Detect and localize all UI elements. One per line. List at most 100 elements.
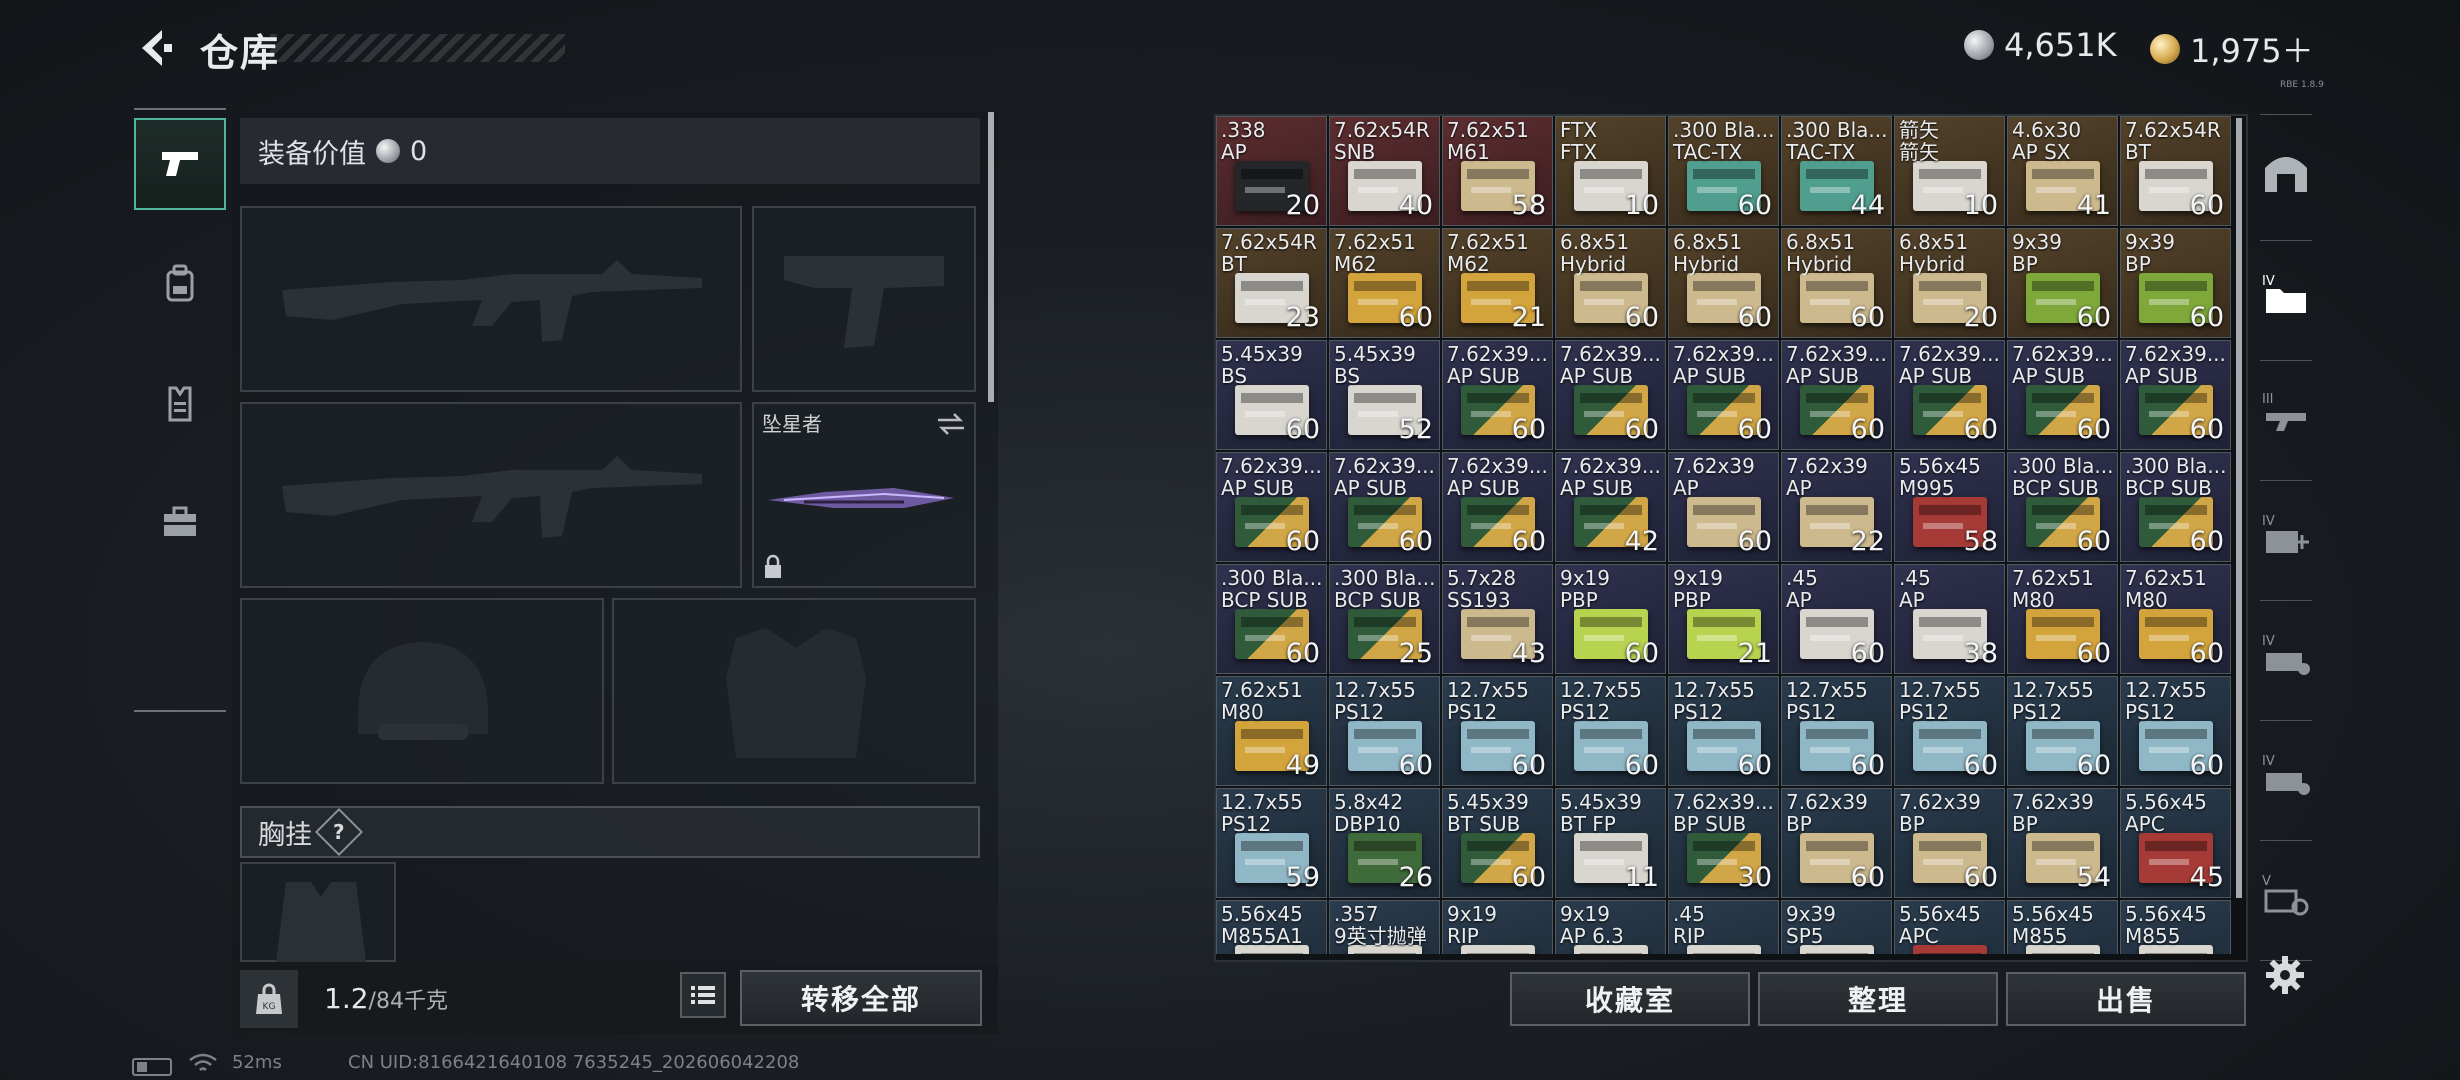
rail-gun-button[interactable]: III [2256, 382, 2316, 442]
stash-item[interactable]: 7.62x54R SNB 40 [1329, 116, 1440, 226]
stash-item[interactable]: FTX FTX 10 [1555, 116, 1666, 226]
stash-item[interactable]: .300 Bla... TAC-TX 60 [1668, 116, 1779, 226]
stash-item[interactable]: 12.7x55 PS12 60 [2120, 676, 2231, 786]
tab-toolbox[interactable] [134, 476, 226, 568]
rail-case-button[interactable]: IV [2256, 744, 2316, 804]
stash-item[interactable]: .338 AP 20 [1216, 116, 1327, 226]
stash-item[interactable]: .300 Bla... BCP SUB 25 [1329, 564, 1440, 674]
stash-item[interactable]: 7.62x51 M80 60 [2120, 564, 2231, 674]
helmet-slot[interactable] [240, 598, 604, 784]
list-view-button[interactable] [680, 972, 726, 1018]
stash-item[interactable]: 7.62x39... AP SUB 60 [2007, 340, 2118, 450]
stash-scrollbar[interactable] [2236, 118, 2242, 898]
stash-item[interactable]: 5.45x39 BT FP 11 [1555, 788, 1666, 898]
stash-item[interactable]: 7.62x39... AP SUB 60 [1555, 340, 1666, 450]
stash-item[interactable]: 7.62x51 M80 49 [1216, 676, 1327, 786]
stash-item[interactable]: 7.62x39... AP SUB 60 [1216, 452, 1327, 562]
rail-room-button[interactable] [2256, 144, 2316, 204]
stash-item[interactable]: .45 AP 60 [1781, 564, 1892, 674]
stash-item[interactable]: 9x39 SP5 [1781, 900, 1892, 954]
settings-button[interactable] [2262, 952, 2308, 998]
stash-item[interactable]: 5.56x45 APC 45 [2120, 788, 2231, 898]
stash-item[interactable]: 9x19 AP 6.3 [1555, 900, 1666, 954]
tab-weapons[interactable] [134, 118, 226, 210]
stash-item[interactable]: 4.6x30 AP SX 41 [2007, 116, 2118, 226]
weight-bag-button[interactable]: KG [240, 970, 298, 1028]
swap-icon[interactable] [936, 412, 966, 436]
sidearm-slot[interactable] [752, 206, 976, 392]
stash-item[interactable]: 5.8x42 DBP10 26 [1329, 788, 1440, 898]
stash-item[interactable]: 7.62x39 AP 60 [1668, 452, 1779, 562]
stash-item[interactable]: 7.62x39 BP 54 [2007, 788, 2118, 898]
stash-item[interactable]: 6.8x51 Hybrid 60 [1781, 228, 1892, 338]
stash-item[interactable]: 5.56x45 M855 [2007, 900, 2118, 954]
stash-item[interactable]: 12.7x55 PS12 60 [1781, 676, 1892, 786]
stash-item[interactable]: 5.56x45 M995 58 [1894, 452, 2005, 562]
rail-ammo-button[interactable]: IV [2256, 624, 2316, 684]
tab-vest[interactable] [134, 358, 226, 450]
stash-item[interactable]: 5.56x45 M855A1 [1216, 900, 1327, 954]
stash-item[interactable]: 6.8x51 Hybrid 20 [1894, 228, 2005, 338]
stash-item[interactable]: .300 Bla... TAC-TX 44 [1781, 116, 1892, 226]
rail-medkit-button[interactable]: IV [2256, 504, 2316, 564]
rail-folder-button[interactable]: IV [2256, 264, 2316, 324]
stash-item[interactable]: 6.8x51 Hybrid 60 [1555, 228, 1666, 338]
stash-item[interactable]: 9x39 BP 60 [2120, 228, 2231, 338]
stash-item[interactable]: 箭矢 箭矢 10 [1894, 116, 2005, 226]
sort-button[interactable]: 整理 [1758, 972, 1998, 1026]
primary-weapon-slot[interactable] [240, 206, 742, 392]
help-button[interactable]: ? [314, 807, 364, 857]
stash-item[interactable]: 12.7x55 PS12 59 [1216, 788, 1327, 898]
stash-item[interactable]: .45 AP 38 [1894, 564, 2005, 674]
stash-item[interactable]: 7.62x51 M62 21 [1442, 228, 1553, 338]
rail-target-button[interactable]: V [2256, 864, 2316, 924]
stash-item[interactable]: 7.62x39... AP SUB 60 [1329, 452, 1440, 562]
stash-item[interactable]: 7.62x39... AP SUB 60 [1442, 340, 1553, 450]
armor-slot[interactable] [612, 598, 976, 784]
stash-item[interactable]: 5.45x39 BS 52 [1329, 340, 1440, 450]
stash-item[interactable]: 12.7x55 PS12 60 [1442, 676, 1553, 786]
stash-item[interactable]: 7.62x39... AP SUB 60 [2120, 340, 2231, 450]
tab-backpack[interactable] [134, 238, 226, 330]
secondary-weapon-slot[interactable] [240, 402, 742, 588]
stash-item[interactable]: 7.62x54R BT 60 [2120, 116, 2231, 226]
sell-button[interactable]: 出售 [2006, 972, 2246, 1026]
stash-item[interactable]: 12.7x55 PS12 60 [1894, 676, 2005, 786]
stash-item[interactable]: .45 RIP [1668, 900, 1779, 954]
loadout-scrollbar[interactable] [988, 112, 994, 402]
transfer-all-button[interactable]: 转移全部 [740, 970, 982, 1026]
stash-item[interactable]: 9x19 PBP 21 [1668, 564, 1779, 674]
stash-item[interactable]: 12.7x55 PS12 60 [1668, 676, 1779, 786]
stash-item[interactable]: 9x19 RIP [1442, 900, 1553, 954]
stash-item[interactable]: 7.62x39... AP SUB 42 [1555, 452, 1666, 562]
back-button[interactable] [130, 24, 178, 72]
stash-item[interactable]: 5.7x28 SS193 43 [1442, 564, 1553, 674]
melee-slot[interactable]: 坠星者 [752, 402, 976, 588]
stash-item[interactable]: .300 Bla... BCP SUB 60 [2120, 452, 2231, 562]
stash-item[interactable]: 7.62x39... AP SUB 60 [1894, 340, 2005, 450]
collection-room-button[interactable]: 收藏室 [1510, 972, 1750, 1026]
stash-item[interactable]: 7.62x39... AP SUB 60 [1781, 340, 1892, 450]
stash-item[interactable]: 9x39 BP 60 [2007, 228, 2118, 338]
stash-item[interactable]: 7.62x39 BP 60 [1781, 788, 1892, 898]
stash-item[interactable]: 7.62x39... AP SUB 60 [1442, 452, 1553, 562]
stash-item[interactable]: 7.62x39... BP SUB 30 [1668, 788, 1779, 898]
stash-item[interactable]: 5.45x39 BT SUB 60 [1442, 788, 1553, 898]
stash-item[interactable]: 7.62x39 BP 60 [1894, 788, 2005, 898]
stash-item[interactable]: .300 Bla... BCP SUB 60 [1216, 564, 1327, 674]
stash-item[interactable]: .357 9英寸抛弹 [1329, 900, 1440, 954]
gold-currency[interactable]: 1,975＋ [2150, 26, 2314, 72]
stash-item[interactable]: .300 Bla... BCP SUB 60 [2007, 452, 2118, 562]
stash-item[interactable]: 7.62x51 M61 58 [1442, 116, 1553, 226]
stash-item[interactable]: 7.62x51 M62 60 [1329, 228, 1440, 338]
stash-item[interactable]: 12.7x55 PS12 60 [2007, 676, 2118, 786]
stash-item[interactable]: 12.7x55 PS12 60 [1555, 676, 1666, 786]
stash-item[interactable]: 7.62x51 M80 60 [2007, 564, 2118, 674]
stash-item[interactable]: 7.62x54R BT 23 [1216, 228, 1327, 338]
stash-item[interactable]: 7.62x39 AP 22 [1781, 452, 1892, 562]
stash-item[interactable]: 5.56x45 M855 [2120, 900, 2231, 954]
chest-rig-slot[interactable] [240, 862, 396, 962]
stash-item[interactable]: 12.7x55 PS12 60 [1329, 676, 1440, 786]
stash-item[interactable]: 7.62x39... AP SUB 60 [1668, 340, 1779, 450]
stash-item[interactable]: 5.56x45 APC [1894, 900, 2005, 954]
